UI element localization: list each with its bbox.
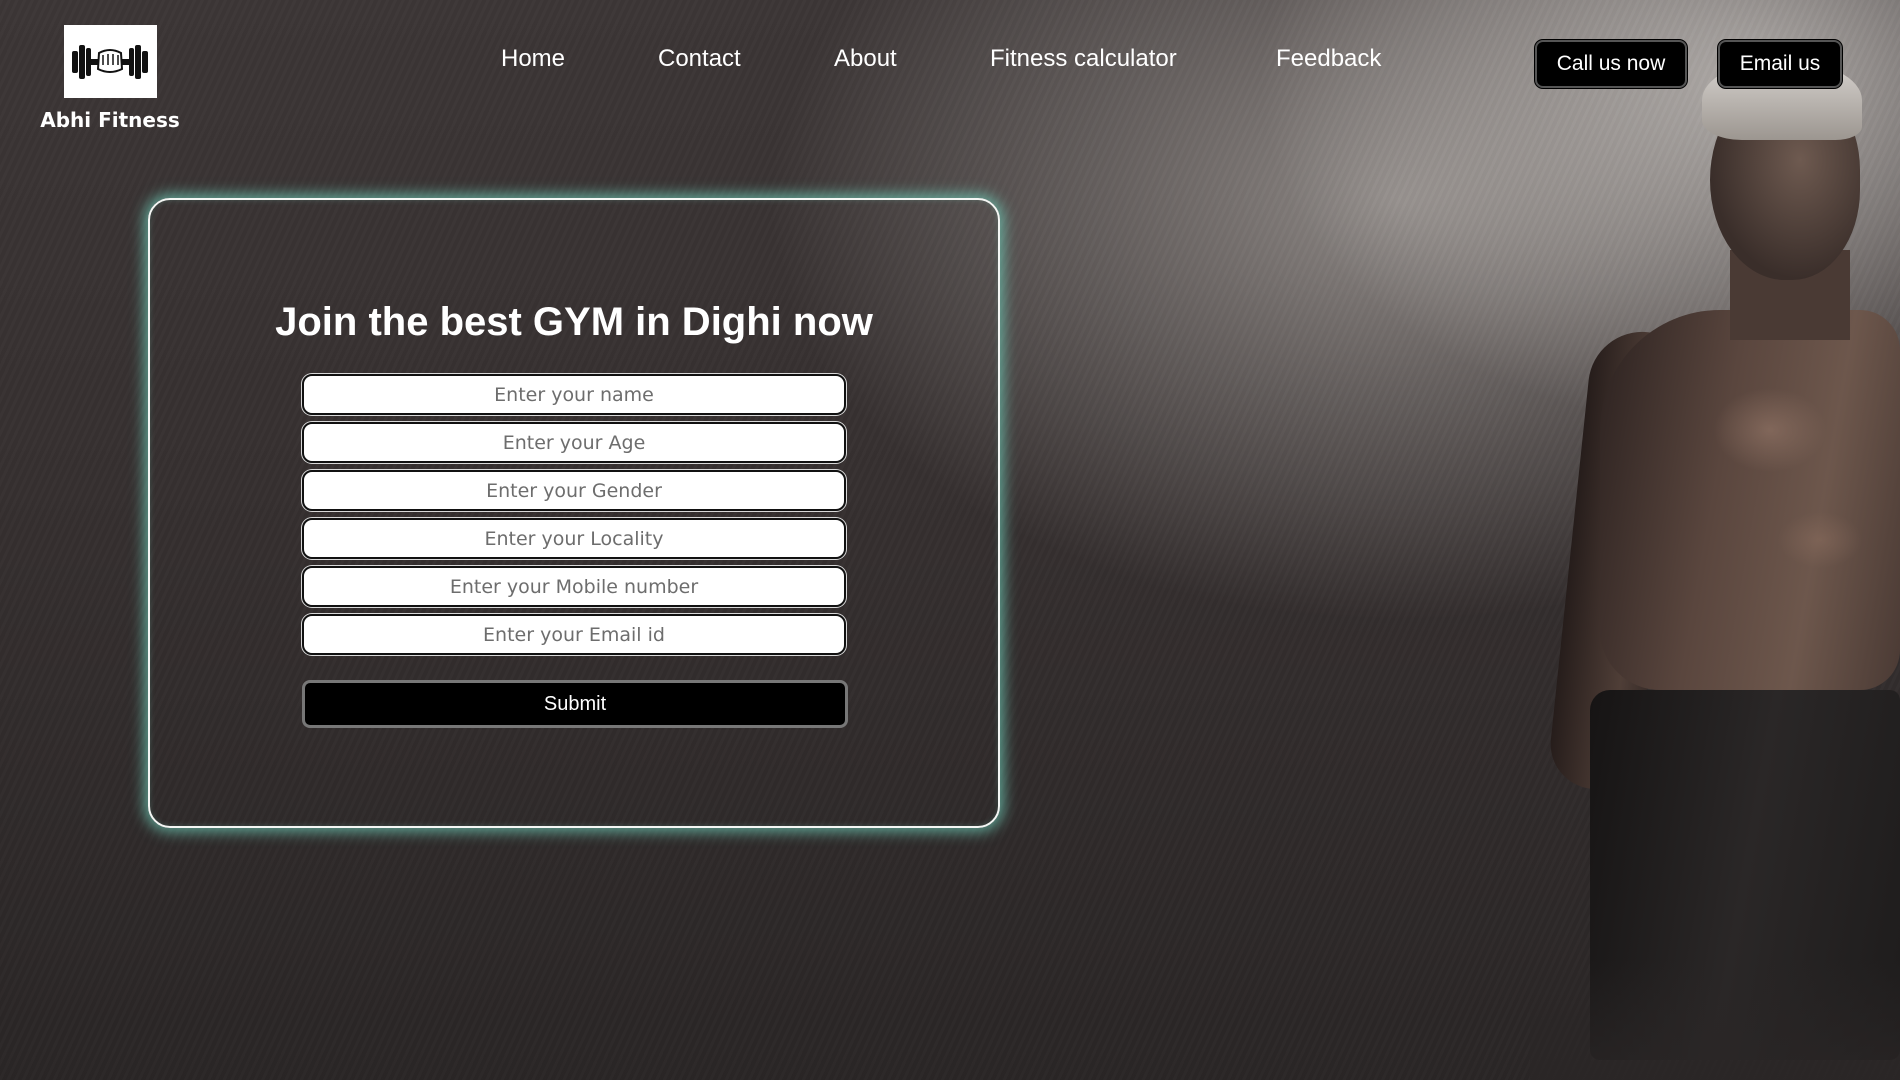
nav-contact[interactable]: Contact xyxy=(658,45,741,73)
gender-field[interactable] xyxy=(302,470,846,511)
locality-field[interactable] xyxy=(302,518,846,559)
nav-feedback[interactable]: Feedback xyxy=(1276,45,1381,73)
nav-about[interactable]: About xyxy=(834,45,897,73)
nav-home[interactable]: Home xyxy=(501,45,565,73)
name-field[interactable] xyxy=(302,374,846,415)
submit-button[interactable]: Submit xyxy=(302,680,848,728)
call-us-button[interactable]: Call us now xyxy=(1535,40,1687,88)
age-field[interactable] xyxy=(302,422,846,463)
nav-fitness-calculator[interactable]: Fitness calculator xyxy=(990,45,1177,73)
mobile-field[interactable] xyxy=(302,566,846,607)
brand-name: Abhi Fitness xyxy=(40,108,180,132)
athlete-photo xyxy=(1530,30,1900,1080)
join-form-card: Join the best GYM in Dighi now Submit xyxy=(148,198,1000,828)
form-title: Join the best GYM in Dighi now xyxy=(275,300,873,344)
dumbbell-fist-icon xyxy=(63,25,157,98)
email-us-button[interactable]: Email us xyxy=(1718,40,1842,88)
brand-logo[interactable]: Abhi Fitness xyxy=(40,25,180,132)
email-field[interactable] xyxy=(302,614,846,655)
